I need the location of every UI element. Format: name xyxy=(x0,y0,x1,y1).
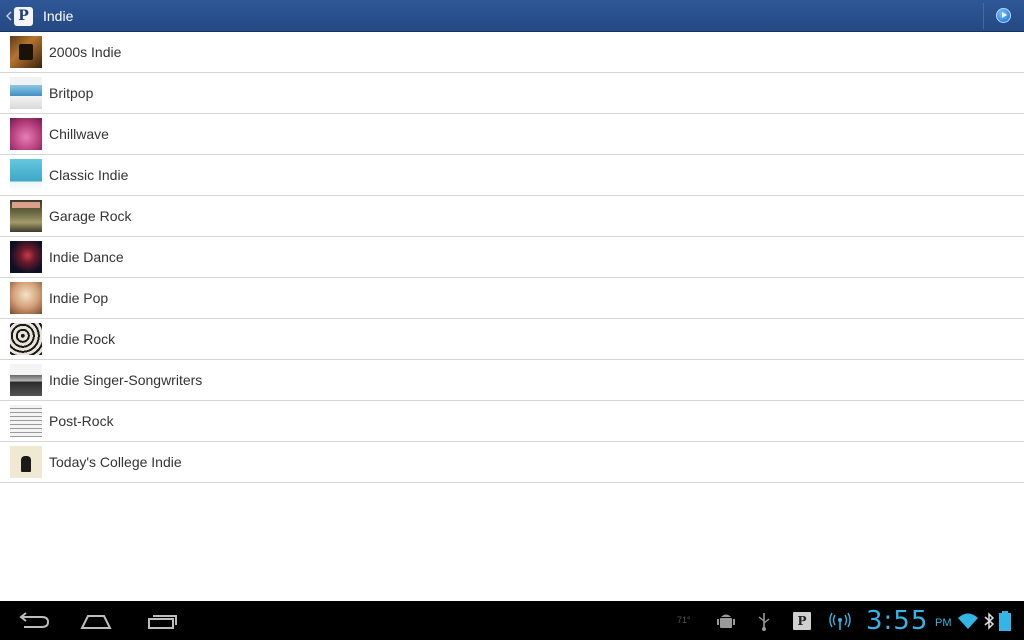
genre-label: Chillwave xyxy=(49,126,109,142)
genre-thumbnail xyxy=(10,200,42,232)
play-icon xyxy=(1002,12,1007,18)
bluetooth-icon[interactable] xyxy=(983,611,995,631)
genre-thumbnail xyxy=(10,282,42,314)
list-item[interactable]: Post-Rock xyxy=(0,401,1024,442)
genre-label: Indie Rock xyxy=(49,331,116,347)
genre-label: 2000s Indie xyxy=(49,44,122,60)
genre-label: Indie Dance xyxy=(49,249,124,265)
genre-thumbnail xyxy=(10,241,42,273)
genre-label: Post-Rock xyxy=(49,413,114,429)
pandora-app-icon[interactable]: P xyxy=(14,7,33,26)
genre-label: Britpop xyxy=(49,85,94,101)
home-icon[interactable] xyxy=(76,608,116,634)
page-title: Indie xyxy=(43,8,74,24)
list-item[interactable]: Indie Rock xyxy=(0,319,1024,360)
now-playing-button[interactable] xyxy=(984,0,1024,32)
battery-icon[interactable] xyxy=(998,611,1012,631)
list-item[interactable]: Chillwave xyxy=(0,114,1024,155)
genre-label: Indie Pop xyxy=(49,290,109,306)
genre-thumbnail xyxy=(10,159,42,191)
genre-label: Garage Rock xyxy=(49,208,132,224)
back-icon[interactable] xyxy=(12,608,52,634)
list-item[interactable]: Classic Indie xyxy=(0,155,1024,196)
clock-time[interactable]: 3:55 xyxy=(866,606,928,636)
list-item[interactable]: Garage Rock xyxy=(0,196,1024,237)
android-debug-icon[interactable] xyxy=(716,611,736,631)
genre-thumbnail xyxy=(10,405,42,437)
app-window: P Indie 2000s Indie Britpop Chillwave Cl… xyxy=(0,0,1024,640)
list-item[interactable]: Indie Singer-Songwriters xyxy=(0,360,1024,401)
list-item[interactable]: Indie Pop xyxy=(0,278,1024,319)
list-item[interactable]: Britpop xyxy=(0,73,1024,114)
list-item[interactable]: Indie Dance xyxy=(0,237,1024,278)
recent-apps-icon[interactable] xyxy=(142,608,182,634)
wireless-signal-icon[interactable] xyxy=(828,611,852,631)
genre-label: Indie Singer-Songwriters xyxy=(49,372,203,388)
genre-thumbnail xyxy=(10,77,42,109)
wifi-icon[interactable] xyxy=(957,611,979,631)
genre-list: 2000s Indie Britpop Chillwave Classic In… xyxy=(0,32,1024,483)
list-item[interactable]: Today's College Indie xyxy=(0,442,1024,483)
genre-thumbnail xyxy=(10,446,42,478)
genre-label: Classic Indie xyxy=(49,167,129,183)
genre-thumbnail xyxy=(10,118,42,150)
genre-thumbnail xyxy=(10,364,42,396)
pandora-notification-icon[interactable]: P xyxy=(793,612,811,630)
usb-icon[interactable] xyxy=(756,611,772,631)
up-caret-icon[interactable] xyxy=(5,8,13,24)
system-bar: 71° P 3:55 PM xyxy=(0,601,1024,640)
clock-ampm: PM xyxy=(935,617,952,629)
genre-thumbnail xyxy=(10,36,42,68)
genre-label: Today's College Indie xyxy=(49,454,182,470)
genre-thumbnail xyxy=(10,323,42,355)
temperature-readout: 71° xyxy=(677,615,691,625)
action-bar: P Indie xyxy=(0,0,1024,32)
list-item[interactable]: 2000s Indie xyxy=(0,32,1024,73)
